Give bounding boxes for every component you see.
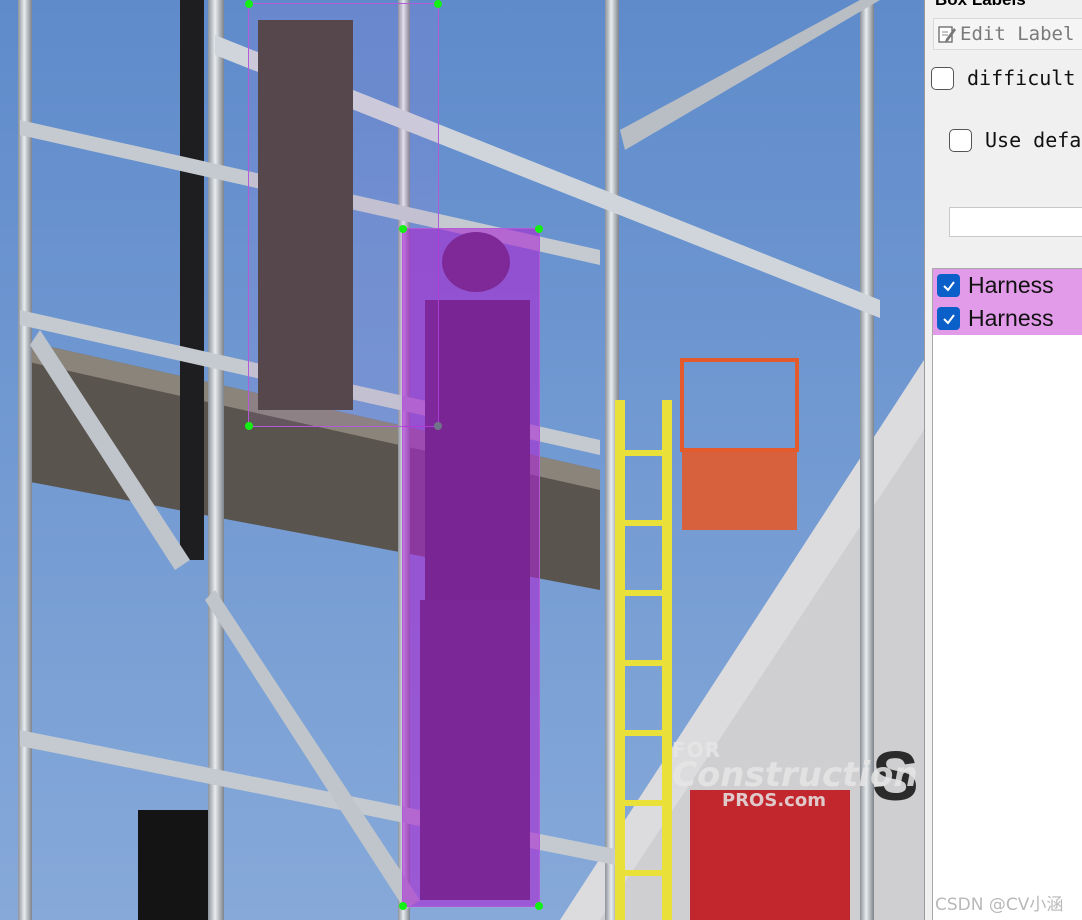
image-canvas[interactable]: S FOR Construction PROS.com 3M xyxy=(0,0,925,920)
label-list-item[interactable]: Harness xyxy=(933,269,1082,302)
box-handle[interactable] xyxy=(535,225,543,233)
box-handle[interactable] xyxy=(535,902,543,910)
watermark-logo: FOR Construction PROS.com xyxy=(672,740,918,810)
difficult-row: difficult xyxy=(931,66,1075,90)
edit-icon xyxy=(938,26,956,43)
difficult-label: difficult xyxy=(967,66,1076,90)
label-name: Harness xyxy=(968,272,1054,298)
label-checkbox[interactable] xyxy=(937,307,960,330)
label-checkbox[interactable] xyxy=(937,274,960,297)
csdn-watermark: CSDN @CV小涵 xyxy=(935,895,1064,915)
checkmark-icon xyxy=(942,313,955,325)
dock-title: Box Labels xyxy=(935,0,1026,10)
watermark-construction: Construction xyxy=(672,755,918,795)
label-name: Harness xyxy=(968,305,1054,331)
edit-label-text: Edit Label xyxy=(960,23,1075,45)
box-handle[interactable] xyxy=(434,0,442,8)
checkmark-icon xyxy=(942,280,955,292)
use-default-label-text: Use defa xyxy=(985,128,1082,152)
box-handle[interactable] xyxy=(245,422,253,430)
use-default-label-checkbox[interactable] xyxy=(949,128,972,152)
box-handle[interactable] xyxy=(245,0,253,8)
watermark-brand: 3M xyxy=(696,812,830,919)
bounding-box-harness-2[interactable] xyxy=(399,225,543,910)
default-label-input[interactable] xyxy=(949,207,1082,237)
difficult-checkbox[interactable] xyxy=(931,66,954,90)
label-list[interactable]: Harness Harness xyxy=(932,268,1082,920)
edit-label-button[interactable]: Edit Label xyxy=(933,18,1082,50)
box-labels-dock: Box Labels Edit Label difficult Use defa… xyxy=(925,0,1082,920)
box-handle[interactable] xyxy=(399,902,407,910)
use-default-label-row: Use defa xyxy=(949,128,1081,152)
box-handle[interactable] xyxy=(399,225,407,233)
label-list-item[interactable]: Harness xyxy=(933,302,1082,335)
